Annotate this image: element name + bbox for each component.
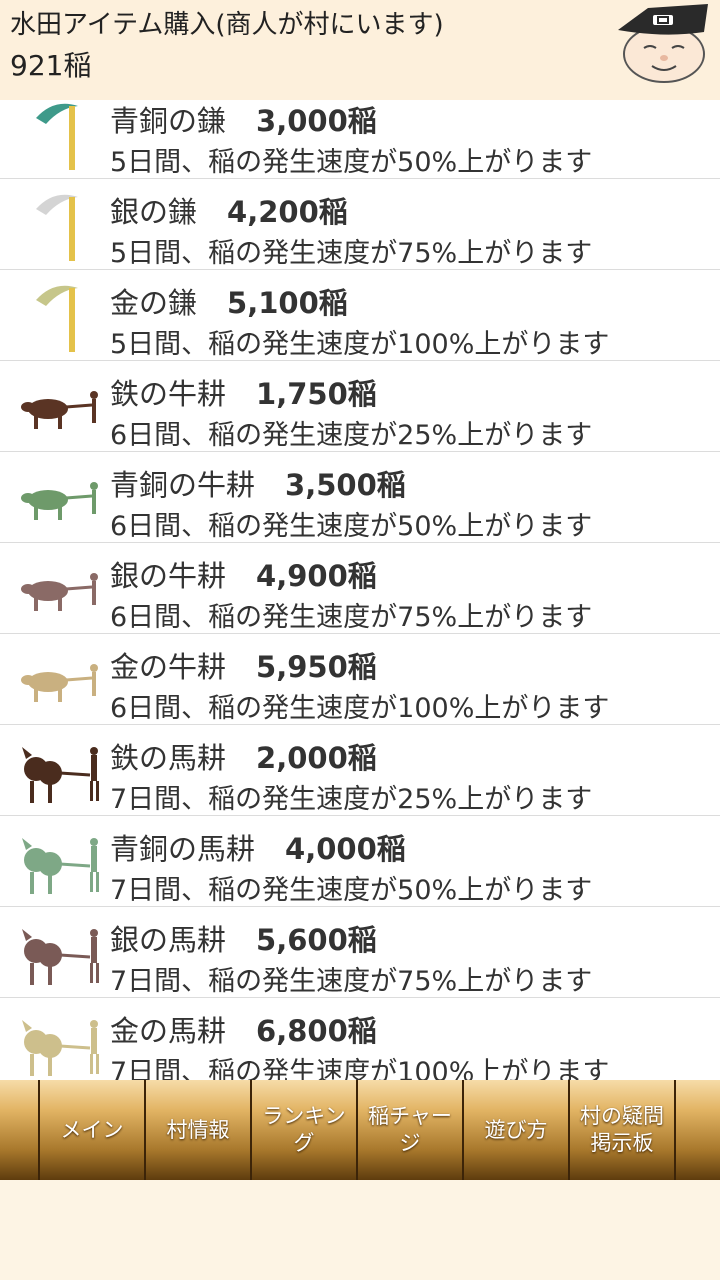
item-name: 青銅の鎌 xyxy=(110,104,227,138)
nav-main-button[interactable]: メイン xyxy=(40,1080,146,1180)
item-description: 5日間、稲の発生速度が75%上がります xyxy=(110,238,593,269)
nav-left-cap xyxy=(0,1080,40,1180)
nav-how-to-play-button[interactable]: 遊び方 xyxy=(464,1080,570,1180)
item-list[interactable]: 青銅の鎌 3,000稲 5日間、稲の発生速度が50%上がります 銀の鎌 4,200稲 5日… xyxy=(0,100,720,1080)
item-row[interactable]: 鉄の馬耕 2,000稲 7日間、稲の発生速度が25%上がります xyxy=(0,725,720,816)
rice-count: 921稲 xyxy=(10,49,92,82)
merchant-icon[interactable] xyxy=(608,2,712,86)
item-name-line: 銀の鎌 4,200稲 xyxy=(110,189,348,231)
item-name: 金の牛耕 xyxy=(110,650,227,684)
bronze-ox-plow-icon xyxy=(16,460,106,536)
nav-ranking-button[interactable]: ランキング xyxy=(252,1080,358,1180)
item-description: 6日間、稲の発生速度が50%上がります xyxy=(110,511,593,542)
item-name-line: 銀の馬耕 5,600稲 xyxy=(110,917,377,959)
header: 水田アイテム購入(商人が村にいます) 921稲 xyxy=(0,0,720,100)
item-price: 5,600稲 xyxy=(256,923,377,957)
gold-horse-plow-icon xyxy=(16,1006,106,1080)
item-description: 5日間、稲の発生速度が50%上がります xyxy=(110,147,593,178)
item-row[interactable]: 銀の牛耕 4,900稲 6日間、稲の発生速度が75%上がります xyxy=(0,543,720,634)
bottom-nav: メイン 村情報 ランキング 稲チャージ 遊び方 村の疑問 掲示板 xyxy=(0,1080,720,1180)
item-name-line: 金の牛耕 5,950稲 xyxy=(110,644,377,686)
item-description: 6日間、稲の発生速度が100%上がります xyxy=(110,693,610,724)
item-name-line: 銀の牛耕 4,900稲 xyxy=(110,553,377,595)
item-row[interactable]: 銀の鎌 4,200稲 5日間、稲の発生速度が75%上がります xyxy=(0,179,720,270)
item-name: 青銅の馬耕 xyxy=(110,832,256,866)
nav-village-bbs-button[interactable]: 村の疑問 掲示板 xyxy=(570,1080,676,1180)
item-price: 5,100稲 xyxy=(227,286,348,320)
silver-ox-plow-icon xyxy=(16,551,106,627)
item-name: 金の鎌 xyxy=(110,286,198,320)
gold-ox-plow-icon xyxy=(16,642,106,718)
item-name-line: 青銅の鎌 3,000稲 xyxy=(110,100,377,140)
item-name-line: 鉄の馬耕 2,000稲 xyxy=(110,735,377,777)
iron-ox-plow-icon xyxy=(16,369,106,445)
item-list-inner: 青銅の鎌 3,000稲 5日間、稲の発生速度が50%上がります 銀の鎌 4,200稲 5日… xyxy=(0,100,720,1080)
item-name: 青銅の牛耕 xyxy=(110,468,256,502)
nav-right-cap xyxy=(676,1080,720,1180)
footer-area xyxy=(0,1180,720,1280)
item-name-line: 青銅の牛耕 3,500稲 xyxy=(110,462,406,504)
item-price: 6,800稲 xyxy=(256,1014,377,1048)
item-name-line: 青銅の馬耕 4,000稲 xyxy=(110,826,406,868)
gold-sickle-icon xyxy=(16,278,106,354)
item-name: 銀の牛耕 xyxy=(110,559,227,593)
item-name-line: 鉄の牛耕 1,750稲 xyxy=(110,371,377,413)
item-price: 3,000稲 xyxy=(256,104,377,138)
bronze-sickle-icon xyxy=(16,100,106,172)
item-price: 1,750稲 xyxy=(256,377,377,411)
item-name: 銀の鎌 xyxy=(110,195,198,229)
item-name: 金の馬耕 xyxy=(110,1014,227,1048)
item-row[interactable]: 金の馬耕 6,800稲 7日間、稲の発生速度が100%上がります xyxy=(0,998,720,1080)
item-row[interactable]: 青銅の牛耕 3,500稲 6日間、稲の発生速度が50%上がります xyxy=(0,452,720,543)
bronze-horse-plow-icon xyxy=(16,824,106,900)
item-price: 3,500稲 xyxy=(285,468,406,502)
item-name: 銀の馬耕 xyxy=(110,923,227,957)
item-price: 4,000稲 xyxy=(285,832,406,866)
item-price: 4,200稲 xyxy=(227,195,348,229)
item-row[interactable]: 金の牛耕 5,950稲 6日間、稲の発生速度が100%上がります xyxy=(0,634,720,725)
item-row[interactable]: 銀の馬耕 5,600稲 7日間、稲の発生速度が75%上がります xyxy=(0,907,720,998)
item-name: 鉄の牛耕 xyxy=(110,377,227,411)
item-description: 5日間、稲の発生速度が100%上がります xyxy=(110,329,610,360)
item-name-line: 金の馬耕 6,800稲 xyxy=(110,1008,377,1050)
item-description: 7日間、稲の発生速度が100%上がります xyxy=(110,1057,610,1080)
page-title: 水田アイテム購入(商人が村にいます) xyxy=(10,10,444,40)
item-description: 7日間、稲の発生速度が75%上がります xyxy=(110,966,593,997)
item-description: 7日間、稲の発生速度が50%上がります xyxy=(110,875,593,906)
item-row[interactable]: 鉄の牛耕 1,750稲 6日間、稲の発生速度が25%上がります xyxy=(0,361,720,452)
nav-village-info-button[interactable]: 村情報 xyxy=(146,1080,252,1180)
silver-sickle-icon xyxy=(16,187,106,263)
iron-horse-plow-icon xyxy=(16,733,106,809)
item-description: 7日間、稲の発生速度が25%上がります xyxy=(110,784,593,815)
item-price: 5,950稲 xyxy=(256,650,377,684)
silver-horse-plow-icon xyxy=(16,915,106,991)
item-name-line: 金の鎌 5,100稲 xyxy=(110,280,348,322)
item-description: 6日間、稲の発生速度が25%上がります xyxy=(110,420,593,451)
item-price: 2,000稲 xyxy=(256,741,377,775)
item-row[interactable]: 青銅の鎌 3,000稲 5日間、稲の発生速度が50%上がります xyxy=(0,100,720,179)
nav-rice-charge-button[interactable]: 稲チャージ xyxy=(358,1080,464,1180)
item-description: 6日間、稲の発生速度が75%上がります xyxy=(110,602,593,633)
item-price: 4,900稲 xyxy=(256,559,377,593)
item-row[interactable]: 青銅の馬耕 4,000稲 7日間、稲の発生速度が50%上がります xyxy=(0,816,720,907)
item-name: 鉄の馬耕 xyxy=(110,741,227,775)
item-row[interactable]: 金の鎌 5,100稲 5日間、稲の発生速度が100%上がります xyxy=(0,270,720,361)
